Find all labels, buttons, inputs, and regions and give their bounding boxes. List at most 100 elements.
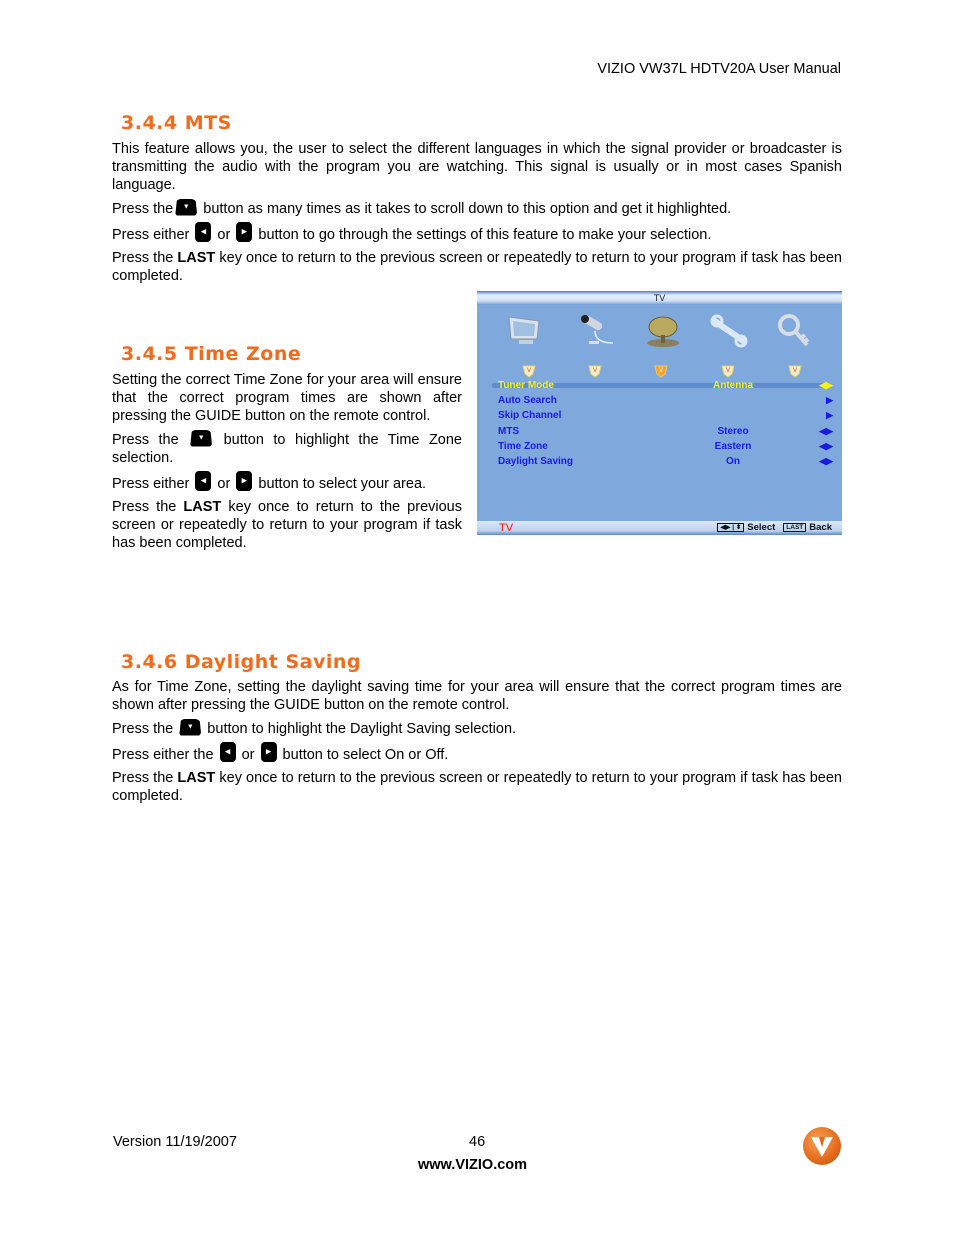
text: or: [237, 747, 259, 763]
text: Press either: [112, 227, 194, 243]
left-arrow-key-icon: ◀: [219, 742, 236, 762]
osd-item-label: Daylight Saving: [498, 455, 574, 467]
menu-marker-icon: V: [721, 365, 735, 378]
svg-text:V: V: [659, 368, 663, 374]
footer-page-number: 46: [469, 1134, 486, 1150]
svg-text:V: V: [726, 368, 730, 374]
svg-text:V: V: [593, 368, 597, 374]
back-label: Back: [809, 522, 832, 533]
down-arrow-key-icon: ▼: [190, 429, 213, 447]
step-last: Press the LAST key once to return to the…: [112, 769, 842, 805]
osd-item-label: Skip Channel: [498, 410, 562, 422]
section-body-mts: This feature allows you, the user to sel…: [112, 140, 842, 289]
osd-menu-item: MTS Stereo ◀▶: [498, 426, 833, 441]
osd-item-label: Tuner Mode: [498, 380, 554, 391]
text: Press the: [112, 769, 178, 786]
left-arrow-key-icon: ◀: [195, 222, 212, 242]
osd-arrow-icon: ◀▶: [819, 440, 833, 451]
osd-menu-item: Skip Channel ▶: [498, 410, 833, 425]
text: Press the: [112, 498, 184, 515]
osd-menu-list: Tuner Mode Antenna ◀▶ Auto Search ▶ Skip Chan…: [498, 380, 833, 471]
wrench-icon: [710, 314, 748, 348]
section-body-time-zone: Setting the correct Time Zone for your a…: [112, 371, 462, 556]
section-intro: This feature allows you, the user to sel…: [112, 141, 842, 193]
key-icon: [778, 314, 810, 347]
section-title-mts: 3.4.4 MTS: [121, 112, 232, 134]
svg-text:V: V: [793, 368, 797, 374]
osd-arrow-icon: ◀▶: [819, 455, 833, 466]
select-label: Select: [747, 522, 776, 533]
text: button to select On or Off.: [278, 747, 449, 763]
step-left-right: Press either ◀ or ▶ button to go through…: [112, 222, 842, 244]
menu-marker-icon: V: [522, 365, 536, 378]
section-body-daylight-saving: As for Time Zone, setting the daylight s…: [112, 678, 842, 809]
osd-menu-item: Auto Search ▶: [498, 395, 833, 410]
osd-menu-item: Time Zone Eastern ◀▶: [498, 441, 833, 456]
osd-item-label: MTS: [498, 425, 520, 437]
step-down: Press the ▼ button to highlight the Time…: [112, 429, 462, 467]
text: key once to return to the previous scree…: [112, 769, 843, 804]
osd-item-label: Auto Search: [498, 395, 557, 407]
right-arrow-key-icon: ▶: [260, 742, 277, 762]
osd-footer: TV ◀▶ | ⬍ Select LAST Back: [477, 521, 842, 535]
tv-osd-screenshot: TV V V V V V Tuner Mode Antenna ◀▶ Auto …: [477, 291, 842, 535]
osd-item-label: Time Zone: [498, 440, 548, 452]
text: key once to return to the previous scree…: [112, 249, 843, 284]
text: Press the: [112, 720, 178, 737]
osd-icon-bar: V V V V V: [477, 305, 842, 388]
section-intro: Setting the correct Time Zone for your a…: [112, 372, 462, 424]
satellite-dish-icon: [647, 316, 679, 347]
last-key-label: LAST: [177, 769, 216, 786]
osd-arrow-icon: ◀▶: [819, 380, 833, 390]
osd-item-value: On: [726, 455, 740, 467]
manual-header-title: VIZIO VW37L HDTV20A User Manual: [597, 61, 841, 77]
text: button to highlight the Daylight Saving …: [203, 720, 517, 737]
tv-monitor-icon: [508, 316, 540, 344]
text: button to select your area.: [254, 476, 427, 492]
vizio-logo-icon: [803, 1127, 841, 1165]
last-key-label: LAST: [177, 249, 216, 266]
section-title-time-zone: 3.4.5 Time Zone: [121, 343, 302, 365]
menu-marker-icon: V: [588, 365, 602, 378]
footer-version: Version 11/19/2007: [113, 1134, 237, 1150]
osd-item-value: Eastern: [714, 440, 752, 452]
step-last: Press the LAST key once to return to the…: [112, 498, 462, 552]
down-arrow-key-icon: ▼: [179, 718, 202, 736]
text: or: [213, 227, 235, 243]
text: Press either: [112, 476, 194, 492]
step-left-right: Press either ◀ or ▶ button to select you…: [112, 471, 462, 493]
last-key-label: LAST: [183, 498, 222, 515]
right-arrow-key-icon: ▶: [236, 471, 253, 491]
osd-menu-item: Tuner Mode Antenna ◀▶: [498, 380, 833, 395]
step-left-right: Press either the ◀ or ▶ button to select…: [112, 742, 842, 764]
step-last: Press the LAST key once to return to the…: [112, 249, 842, 285]
text: Press the: [112, 200, 174, 217]
text: button to go through the settings of thi…: [254, 227, 712, 243]
text: or: [213, 476, 235, 492]
svg-text:V: V: [527, 368, 531, 374]
section-title-daylight-saving: 3.4.6 Daylight Saving: [121, 651, 361, 673]
osd-hint: ◀▶ | ⬍ Select LAST Back: [709, 521, 832, 535]
osd-arrow-icon: ▶: [826, 395, 833, 406]
left-arrow-key-icon: ◀: [195, 471, 212, 491]
section-intro: As for Time Zone, setting the daylight s…: [112, 679, 842, 713]
menu-marker-active-icon: V: [654, 365, 668, 378]
osd-source-label: TV: [499, 522, 514, 534]
footer-url: www.VIZIO.com: [418, 1157, 528, 1173]
osd-arrow-icon: ▶: [826, 410, 833, 421]
osd-item-value: Antenna: [713, 380, 753, 391]
step-down: Press the ▼ button as many times as it ta…: [112, 198, 842, 218]
right-arrow-key-icon: ▶: [236, 222, 253, 242]
step-down: Press the ▼ button to highlight the Dayl…: [112, 718, 842, 738]
text: Press either the: [112, 747, 218, 763]
microphone-icon: [581, 315, 614, 344]
last-key-icon: LAST: [783, 523, 807, 532]
osd-menu-item: Daylight Saving On ◀▶: [498, 456, 833, 471]
osd-arrow-icon: ◀▶: [819, 425, 833, 436]
menu-marker-icon: V: [788, 365, 802, 378]
down-arrow-key-icon: ▼: [175, 198, 198, 216]
osd-item-value: Stereo: [717, 425, 749, 437]
text: Press the: [112, 431, 189, 448]
text: Press the: [112, 249, 178, 266]
osd-title: TV: [477, 291, 842, 305]
